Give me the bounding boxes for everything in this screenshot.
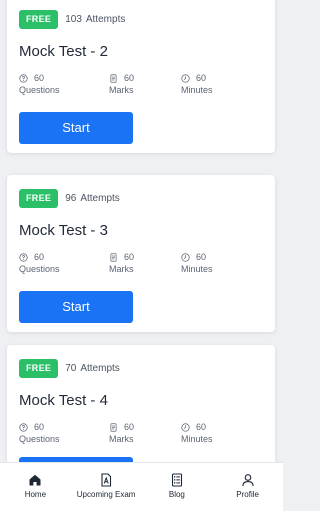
marks-value: 60 [124, 252, 135, 262]
card-header: FREE 70 Attempts [19, 359, 120, 378]
start-button[interactable]: Start [19, 291, 133, 323]
questions-value: 60 [34, 73, 45, 83]
profile-icon [242, 474, 254, 487]
nav-item-upcoming-exam[interactable]: Upcoming Exam [71, 463, 142, 511]
attempts-label: Attempts [80, 363, 120, 374]
nav-item-home[interactable]: Home [0, 463, 71, 511]
attempts-count: 70 Attempts [65, 363, 120, 374]
clock-icon [181, 252, 190, 262]
marks-sheet-icon [110, 422, 117, 432]
test-stats: 60 Questions 60 Marks 60 Minutes [19, 251, 269, 279]
questions-label: Questions [19, 85, 60, 95]
marks-label: Marks [109, 85, 134, 95]
minutes-stat: 60 Minutes [181, 251, 213, 275]
attempts-label: Attempts [80, 193, 120, 204]
start-button[interactable]: Start [19, 112, 133, 144]
nav-label-upcoming-exam: Upcoming Exam [76, 490, 136, 499]
exam-document-icon [101, 473, 112, 487]
minutes-label: Minutes [181, 85, 213, 95]
blog-list-icon [171, 473, 182, 487]
attempts-number: 96 [65, 193, 77, 204]
marks-stat: 60 Marks [109, 421, 134, 445]
free-badge: FREE [19, 359, 59, 378]
questions-stat: 60 Questions [19, 251, 60, 275]
marks-stat: 60 Marks [109, 72, 134, 96]
nav-label-home: Home [24, 490, 47, 499]
mock-test-card: FREE 103 Attempts Mock Test - 2 60 Questi… [7, 0, 275, 153]
clock-icon [181, 73, 190, 83]
question-circle-icon [19, 73, 28, 83]
mock-test-card: FREE 70 Attempts Mock Test - 4 60 Questio… [7, 345, 275, 462]
free-badge: FREE [19, 10, 59, 29]
nav-label-profile: Profile [236, 490, 259, 499]
minutes-label: Minutes [181, 434, 213, 444]
questions-stat: 60 Questions [19, 421, 60, 445]
marks-label: Marks [109, 264, 134, 274]
nav-item-blog[interactable]: Blog [142, 463, 213, 511]
marks-stat: 60 Marks [109, 251, 134, 275]
test-stats: 60 Questions 60 Marks 60 Minutes [19, 72, 269, 100]
bottom-navigation: Home Upcoming Exam Blog Profile [0, 462, 283, 511]
attempts-count: 103 Attempts [65, 14, 125, 25]
questions-label: Questions [19, 434, 60, 444]
minutes-label: Minutes [181, 264, 213, 274]
attempts-number: 70 [65, 363, 77, 374]
attempts-number: 103 [65, 14, 82, 25]
home-icon [29, 474, 41, 486]
questions-label: Questions [19, 264, 60, 274]
mock-test-list: FREE 103 Attempts Mock Test - 2 60 Questi… [0, 0, 283, 462]
free-badge: FREE [19, 189, 59, 208]
marks-label: Marks [109, 434, 134, 444]
minutes-value: 60 [196, 252, 207, 262]
test-title: Mock Test - 3 [19, 222, 108, 239]
attempts-count: 96 Attempts [65, 193, 120, 204]
marks-value: 60 [124, 73, 135, 83]
test-title: Mock Test - 4 [19, 392, 108, 409]
marks-value: 60 [124, 422, 135, 432]
test-stats: 60 Questions 60 Marks 60 Minutes [19, 421, 269, 449]
minutes-value: 60 [196, 73, 207, 83]
clock-icon [181, 422, 190, 432]
minutes-value: 60 [196, 422, 207, 432]
questions-value: 60 [34, 252, 45, 262]
question-circle-icon [19, 422, 28, 432]
card-header: FREE 96 Attempts [19, 189, 120, 208]
questions-stat: 60 Questions [19, 72, 60, 96]
test-title: Mock Test - 2 [19, 43, 108, 60]
marks-sheet-icon [110, 73, 117, 83]
card-header: FREE 103 Attempts [19, 10, 125, 29]
minutes-stat: 60 Minutes [181, 72, 213, 96]
question-circle-icon [19, 252, 28, 262]
nav-label-blog: Blog [168, 490, 185, 499]
marks-sheet-icon [110, 252, 117, 262]
attempts-label: Attempts [85, 14, 126, 25]
questions-value: 60 [34, 422, 45, 432]
mock-test-card: FREE 96 Attempts Mock Test - 3 60 Questio… [7, 175, 275, 332]
nav-item-profile[interactable]: Profile [212, 463, 283, 511]
minutes-stat: 60 Minutes [181, 421, 213, 445]
